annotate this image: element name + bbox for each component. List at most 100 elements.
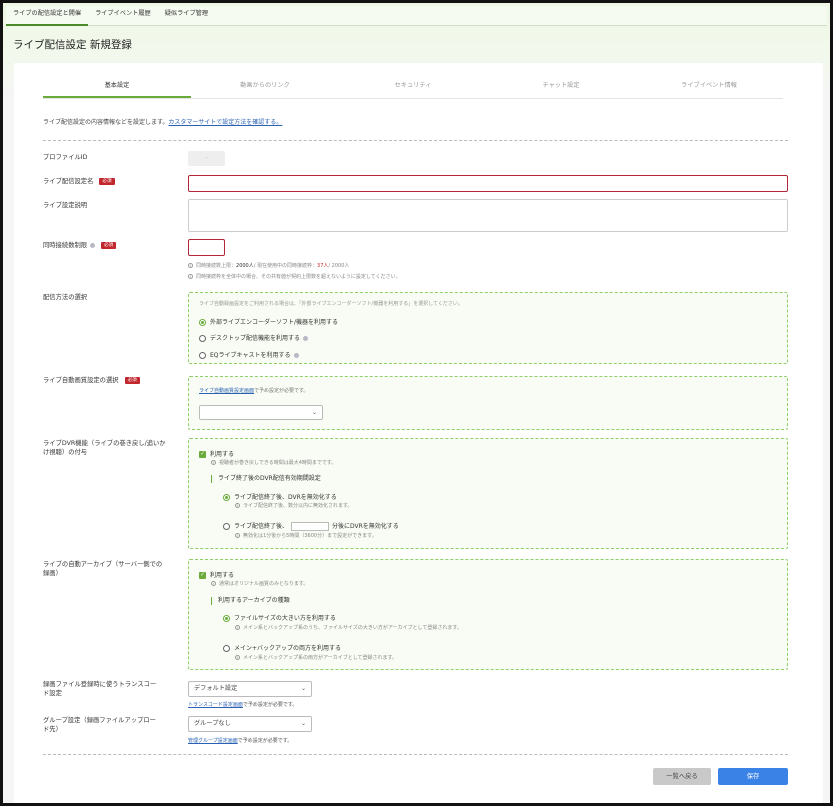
required-badge: 必須 [124,376,140,384]
info-circle-icon: i [235,655,240,660]
tab-event-info[interactable]: ライブイベント情報 [635,77,783,98]
nav-live-event-history[interactable]: ライブイベント履歴 [88,6,158,26]
nav-pseudo-live[interactable]: 疑似ライブ管理 [158,6,215,26]
note-text: 同時接続枠を全体中の場合、その共有値が契約上限数を超えないように設定してください… [196,274,401,280]
info-circle-icon: i [188,263,193,268]
note-text: / 2000人 [328,263,350,269]
nav-live-settings[interactable]: ライブの配信設定と開催 [6,6,89,26]
concurrent-note-1: i 同時接続数上限：2000人/ 現在使用中の同時接続枠：37人/ 2000人 [188,262,349,269]
note-text: で予め設定が必要です。 [237,738,293,744]
dvr-radio-disable[interactable]: ライブ配信終了後、DVRを無効化する [223,492,337,501]
radio-icon [223,523,230,530]
note-text: ライブ配信終了後、数分以内に無効化されます。 [243,503,353,509]
tab-security[interactable]: セキュリティ [339,77,487,98]
tab-chat[interactable]: チャット設定 [487,77,635,98]
radio-label: ライブ配信終了後、DVRを無効化する [234,494,337,501]
group-settings-link[interactable]: 管理グループ設定画面 [188,738,238,744]
archive-radio-larger[interactable]: ファイルサイズの大きい方を利用する [223,613,336,622]
page-title: ライブ配信設定 新規登録 [13,39,132,51]
tab-video-link[interactable]: 動画からのリンク [191,77,339,98]
method-radio-eq[interactable]: EQライブキャストを利用する [199,350,299,359]
method-radio-encoder[interactable]: 外部ライブエンコーダーソフト/機器を利用する [199,317,338,326]
chevron-down-icon: ⌄ [311,409,317,416]
note-used: 37人 [317,263,329,269]
dvr-minutes-input[interactable] [291,522,330,531]
autorec-settings-link[interactable]: ライブ自動画質設定画面 [199,388,254,394]
radio-selected-icon [199,319,206,326]
tab-bar: 基本設定 動画からのリンク セキュリティ チャット設定 ライブイベント情報 [43,77,783,99]
group-label: グループ設定（録画ファイルアップロード先） [43,717,156,733]
group-select[interactable]: グループなし ⌄ [188,716,312,732]
autorec-box: ライブ自動画質設定画面で予め設定が必要です。 ⌄ [188,376,788,430]
autorec-note: ライブ自動画質設定画面で予め設定が必要です。 [199,387,309,394]
info-circle-icon: i [211,581,216,586]
chevron-down-icon: ⌄ [300,720,306,727]
note-text: メイン系とバックアップ系の両方がアーカイブとして登録されます。 [243,655,398,661]
archive-checkbox[interactable]: ✓ 利用する [199,570,234,579]
concurrent-input[interactable] [188,239,225,256]
note-text: 視聴者が巻き戻しできる時間は最大4時間までです。 [219,460,337,466]
info-icon [90,242,96,248]
archive-subtitle: 利用するアーカイブの種類 [211,597,290,605]
concurrent-note-2: i 同時接続枠を全体中の場合、その共有値が契約上限数を超えないように設定してくださ… [188,273,401,280]
radio-label: 外部ライブエンコーダーソフト/機器を利用する [210,319,339,326]
dvr-opt1-note: i ライブ配信終了後、数分以内に無効化されます。 [235,502,353,509]
group-note: 管理グループ設定画面で予め設定が必要です。 [188,737,292,744]
radio-label: メイン+バックアップの両方を利用する [234,645,342,652]
select-value: グループなし [194,720,231,727]
required-badge: 必須 [101,241,117,249]
note-text: 無効化は1分後から5時間（3600分）まで設定ができます。 [243,533,377,539]
note-text: メイン系とバックアップ系のうち、ファイルサイズの大きい方がアーカイブとして登録さ… [243,625,462,631]
intro-description: ライブ配信設定の内容情報などを設定します。 [43,119,169,126]
note-limit: 2000人 [236,263,254,269]
radio-selected-icon [223,494,230,501]
note-text: 同時接続数上限： [196,263,237,269]
checkbox-label: 利用する [210,451,235,458]
archive-use-note: i 通常はオリジナル画質のみとなります。 [211,580,308,587]
autorec-label: ライブ自動画質設定の選択 [43,377,119,384]
autorec-select[interactable]: ⌄ [199,405,323,420]
dvr-checkbox[interactable]: ✓ 利用する [199,449,234,458]
dvr-subtitle: ライブ終了後のDVR配信有効期間設定 [211,475,321,483]
profile-label: プロファイルID [43,154,88,161]
customer-site-link[interactable]: カスタマーサイトで設定方法を確認する。 [168,119,282,126]
save-button[interactable]: 保存 [718,768,788,785]
dvr-box: ✓ 利用する i 視聴者が巻き戻しできる時間は最大4時間までです。 ライブ終了後のD… [188,438,788,549]
radio-selected-icon [223,615,230,622]
transcode-select[interactable]: デフォルト設定 ⌄ [188,681,312,697]
transcode-note: トランスコード設定画面で予め設定が必要です。 [188,701,297,708]
info-circle-icon: i [211,460,216,465]
app-frame: ライブの配信設定と開催 ライブイベント履歴 疑似ライブ管理 ライブ配信設定 新規… [0,0,833,806]
divider [43,754,788,755]
note-text: 通常はオリジナル画質のみとなります。 [219,581,309,587]
archive-radio-both[interactable]: メイン+バックアップの両方を利用する [223,643,341,652]
info-circle-icon: i [235,503,240,508]
name-label: ライブ配信設定名 [43,178,94,185]
autorec-label-row: ライブ自動画質設定の選択 必須 [43,376,140,385]
method-label: 配信方法の選択 [43,294,88,301]
archive-label: ライブの自動アーカイブ（サーバー側での録画） [43,561,163,577]
back-to-list-button[interactable]: 一覧へ戻る [653,768,711,785]
divider [43,140,788,141]
transcode-settings-link[interactable]: トランスコード設定画面 [188,702,243,708]
check-icon: ✓ [199,572,206,579]
desc-label: ライブ設定説明 [43,202,88,209]
radio-label: 分後にDVRを無効化する [332,523,399,530]
info-circle-icon: i [235,625,240,630]
concurrent-label-row: 同時接続数制限 必須 [43,241,117,250]
radio-icon [199,335,206,342]
dvr-radio-after-minutes[interactable]: ライブ配信終了後、 分後にDVRを無効化する [223,521,399,531]
method-radio-desktop[interactable]: デスクトップ配信機能を利用する [199,333,309,342]
info-circle-icon: i [235,533,240,538]
method-box: ライブ自動録画設定をご利用される場合は、「外部ライブエンコーダーソフト/機器を利… [188,292,788,364]
tab-basic[interactable]: 基本設定 [43,77,191,98]
info-circle-icon: i [188,274,193,279]
archive-opt2-note: i メイン系とバックアップ系の両方がアーカイブとして登録されます。 [235,654,397,661]
name-input[interactable] [188,175,788,192]
note-text: / 現在使用中の同時接続枠： [253,263,318,269]
desc-textarea[interactable] [188,199,788,232]
chevron-down-icon: ⌄ [300,685,306,692]
dvr-label: ライブDVR機能（ライブの巻き戻し/追いかけ視聴）の付与 [43,440,166,456]
note-text: で予め設定が必要です。 [254,388,309,394]
intro-text: ライブ配信設定の内容情報などを設定します。カスタマーサイトで設定方法を確認する。 [43,117,282,126]
